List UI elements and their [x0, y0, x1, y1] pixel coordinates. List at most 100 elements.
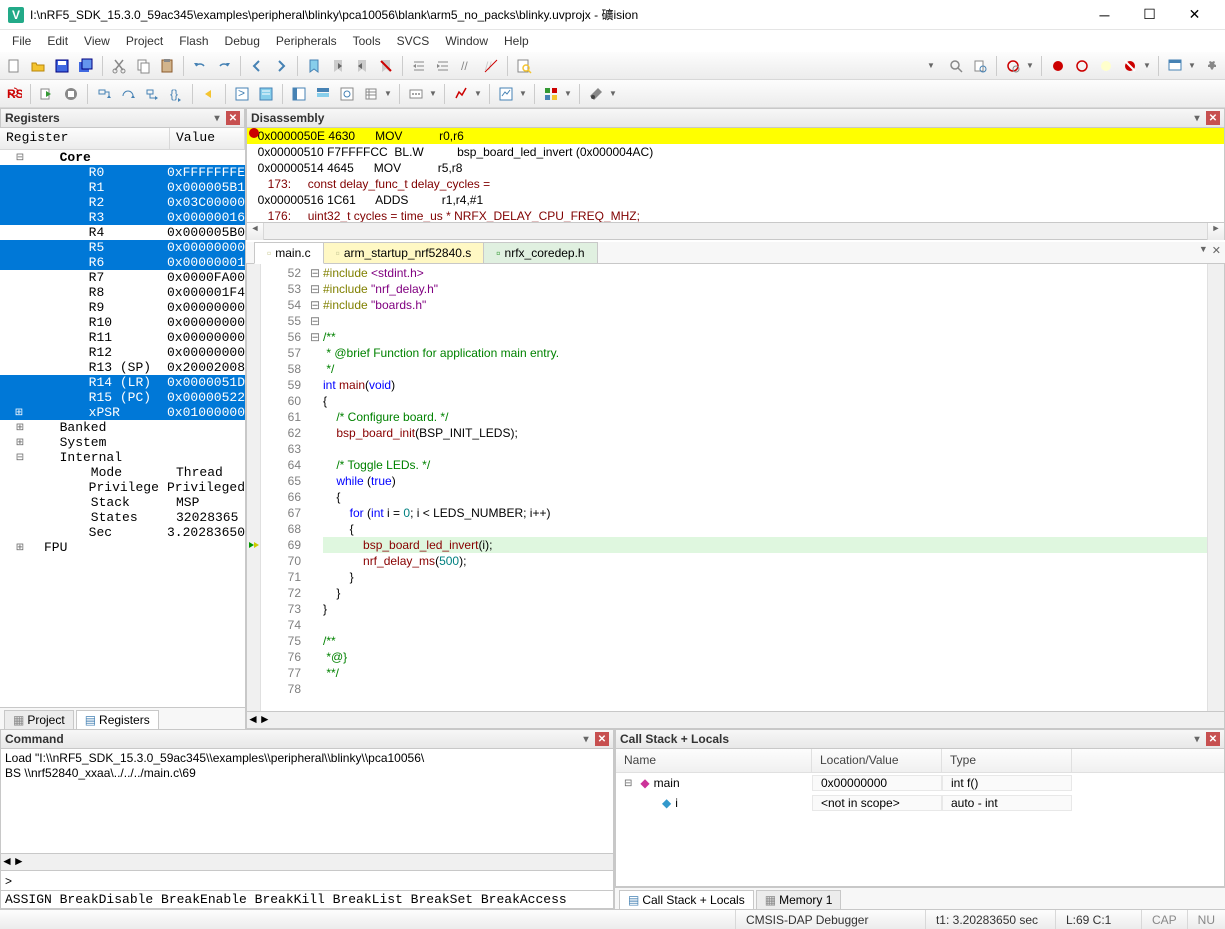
pin-icon[interactable]: ▾ — [1190, 111, 1204, 125]
find-button[interactable] — [969, 55, 991, 77]
code-line[interactable] — [323, 313, 1207, 329]
reset-button[interactable]: RST — [3, 83, 25, 105]
comment-button[interactable]: // — [456, 55, 478, 77]
step-over-button[interactable] — [117, 83, 139, 105]
cut-button[interactable] — [108, 55, 130, 77]
register-row[interactable]: Sec3.20283650 — [0, 525, 245, 540]
bookmark-toggle-button[interactable] — [303, 55, 325, 77]
code-line[interactable]: *@} — [323, 649, 1207, 665]
minimize-button[interactable]: ─ — [1082, 1, 1127, 29]
tab-close-button[interactable]: ✕ — [1212, 244, 1221, 257]
open-button[interactable] — [27, 55, 49, 77]
disassembly-body[interactable]: 0x0000050E 4630 MOV r0,r6 0x00000510 F7F… — [246, 128, 1225, 223]
register-row[interactable]: R120x00000000 — [0, 345, 245, 360]
register-row[interactable]: StackMSP — [0, 495, 245, 510]
analysis-window-button[interactable] — [450, 83, 472, 105]
disasm-line[interactable]: 176: uint32_t cycles = time_us * NRFX_DE… — [247, 208, 1224, 223]
register-row[interactable]: R50x00000000 — [0, 240, 245, 255]
close-panel-button[interactable]: ✕ — [595, 732, 609, 746]
register-row[interactable]: ⊞ System — [0, 435, 245, 450]
editor-tab[interactable]: ▫nrfx_coredep.h — [483, 242, 597, 263]
editor-body[interactable]: 5253545556575859606162636465666768697071… — [246, 264, 1225, 712]
callstack-row[interactable]: ⊟◆ main0x00000000int f() — [616, 773, 1224, 793]
command-output[interactable]: Load "I:\\nRF5_SDK_15.3.0_59ac345\\examp… — [0, 749, 614, 854]
pin-icon[interactable]: ▾ — [1190, 732, 1204, 746]
editor-tab[interactable]: ▫arm_startup_nrf52840.s — [323, 242, 485, 263]
code-line[interactable] — [323, 441, 1207, 457]
menu-project[interactable]: Project — [118, 32, 171, 50]
code-line[interactable]: /** — [323, 633, 1207, 649]
mem-dd[interactable]: ▼ — [384, 89, 394, 98]
registers-grid[interactable]: Register Value ⊟ Core R00xFFFFFFFE R10x0… — [0, 128, 245, 707]
code-line[interactable]: /** — [323, 329, 1207, 345]
register-row[interactable]: ⊟ Internal — [0, 450, 245, 465]
close-button[interactable]: ✕ — [1172, 1, 1217, 29]
code-line[interactable]: { — [323, 393, 1207, 409]
register-row[interactable]: R40x000005B0 — [0, 225, 245, 240]
register-row[interactable]: ⊞ Banked — [0, 420, 245, 435]
disassembly-hscroll[interactable]: ◄► — [246, 223, 1225, 240]
register-row[interactable]: ModeThread — [0, 465, 245, 480]
incremental-find-button[interactable] — [945, 55, 967, 77]
register-row[interactable]: R10x000005B1 — [0, 180, 245, 195]
pin-icon[interactable]: ▾ — [579, 732, 593, 746]
code-line[interactable]: #include "boards.h" — [323, 297, 1207, 313]
code-line[interactable]: int main(void) — [323, 377, 1207, 393]
maximize-button[interactable]: ☐ — [1127, 1, 1172, 29]
disasm-line[interactable]: 0x00000516 1C61 ADDS r1,r4,#1 — [247, 192, 1224, 208]
code-line[interactable]: /* Configure board. */ — [323, 409, 1207, 425]
save-all-button[interactable] — [75, 55, 97, 77]
code-line[interactable]: } — [323, 569, 1207, 585]
editor-tab[interactable]: ▫main.c — [254, 242, 324, 264]
editor-hscroll[interactable]: ◄► — [246, 712, 1225, 729]
menu-edit[interactable]: Edit — [39, 32, 76, 50]
register-row[interactable]: R100x00000000 — [0, 315, 245, 330]
system-viewer-button[interactable] — [540, 83, 562, 105]
code-line[interactable]: #include <stdint.h> — [323, 265, 1207, 281]
register-row[interactable]: R90x00000000 — [0, 300, 245, 315]
register-row[interactable]: R13 (SP)0x20002008 — [0, 360, 245, 375]
configure-button[interactable] — [1200, 55, 1222, 77]
register-row[interactable]: R70x0000FA00 — [0, 270, 245, 285]
nav-back-button[interactable] — [246, 55, 268, 77]
menu-debug[interactable]: Debug — [217, 32, 268, 50]
menu-file[interactable]: File — [4, 32, 39, 50]
register-row[interactable]: ⊟ Core — [0, 150, 245, 165]
menu-flash[interactable]: Flash — [171, 32, 216, 50]
command-input[interactable]: > — [0, 871, 614, 891]
save-button[interactable] — [51, 55, 73, 77]
code-line[interactable] — [323, 681, 1207, 697]
paste-button[interactable] — [156, 55, 178, 77]
code-line[interactable]: #include "nrf_delay.h" — [323, 281, 1207, 297]
disasm-line[interactable]: 0x00000514 4645 MOV r5,r8 — [247, 160, 1224, 176]
register-row[interactable]: R15 (PC)0x00000522 — [0, 390, 245, 405]
register-row[interactable]: States32028365 — [0, 510, 245, 525]
trace-dd[interactable]: ▼ — [519, 89, 529, 98]
code-line[interactable]: nrf_delay_ms(500); — [323, 553, 1207, 569]
window-dd[interactable]: ▼ — [1188, 61, 1198, 70]
bookmark-clear-button[interactable] — [375, 55, 397, 77]
bp-disable-button[interactable] — [1095, 55, 1117, 77]
run-to-cursor-button[interactable]: {} — [165, 83, 187, 105]
register-row[interactable]: PrivilegePrivileged — [0, 480, 245, 495]
registers-window-button[interactable] — [288, 83, 310, 105]
watch-window-button[interactable] — [336, 83, 358, 105]
redo-button[interactable] — [213, 55, 235, 77]
close-panel-button[interactable]: ✕ — [1206, 732, 1220, 746]
copy-button[interactable] — [132, 55, 154, 77]
nav-fwd-button[interactable] — [270, 55, 292, 77]
register-row[interactable]: ⊞FPU — [0, 540, 245, 555]
code-line[interactable] — [323, 617, 1207, 633]
show-next-button[interactable] — [198, 83, 220, 105]
serial-dd[interactable]: ▼ — [429, 89, 439, 98]
callstack-tab[interactable]: ▤Call Stack + Locals — [619, 890, 754, 909]
memory-tab[interactable]: ▦Memory 1 — [756, 890, 842, 909]
bp-insert-button[interactable] — [1047, 55, 1069, 77]
tab-menu-button[interactable]: ▼ — [1199, 244, 1208, 257]
breakpoint-icon[interactable] — [249, 128, 259, 138]
code-line[interactable]: * @brief Function for application main e… — [323, 345, 1207, 361]
code-line[interactable]: } — [323, 585, 1207, 601]
menu-help[interactable]: Help — [496, 32, 537, 50]
register-row[interactable]: R14 (LR)0x0000051D — [0, 375, 245, 390]
register-row[interactable]: ⊞ xPSR0x01000000 — [0, 405, 245, 420]
